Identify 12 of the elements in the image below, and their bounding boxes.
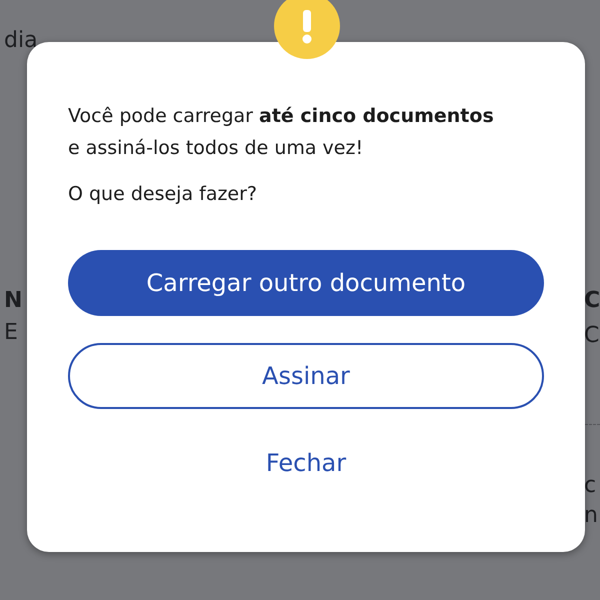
close-link[interactable]: Fechar [256, 441, 356, 485]
background-text: n [584, 505, 598, 527]
dialog-question: O que deseja fazer? [68, 182, 258, 207]
sign-button[interactable]: Assinar [68, 343, 544, 409]
background-text: N [4, 290, 22, 312]
background-text: E [4, 322, 18, 344]
upload-button[interactable]: Carregar outro documento [68, 250, 544, 316]
dialog-message: Você pode carregar até cinco documentos e assiná-los todos de uma vez! [68, 104, 495, 161]
background-text: C [584, 325, 600, 347]
background-text: C [584, 290, 600, 312]
background-text: dia [4, 30, 38, 52]
background-text: c [584, 475, 596, 497]
